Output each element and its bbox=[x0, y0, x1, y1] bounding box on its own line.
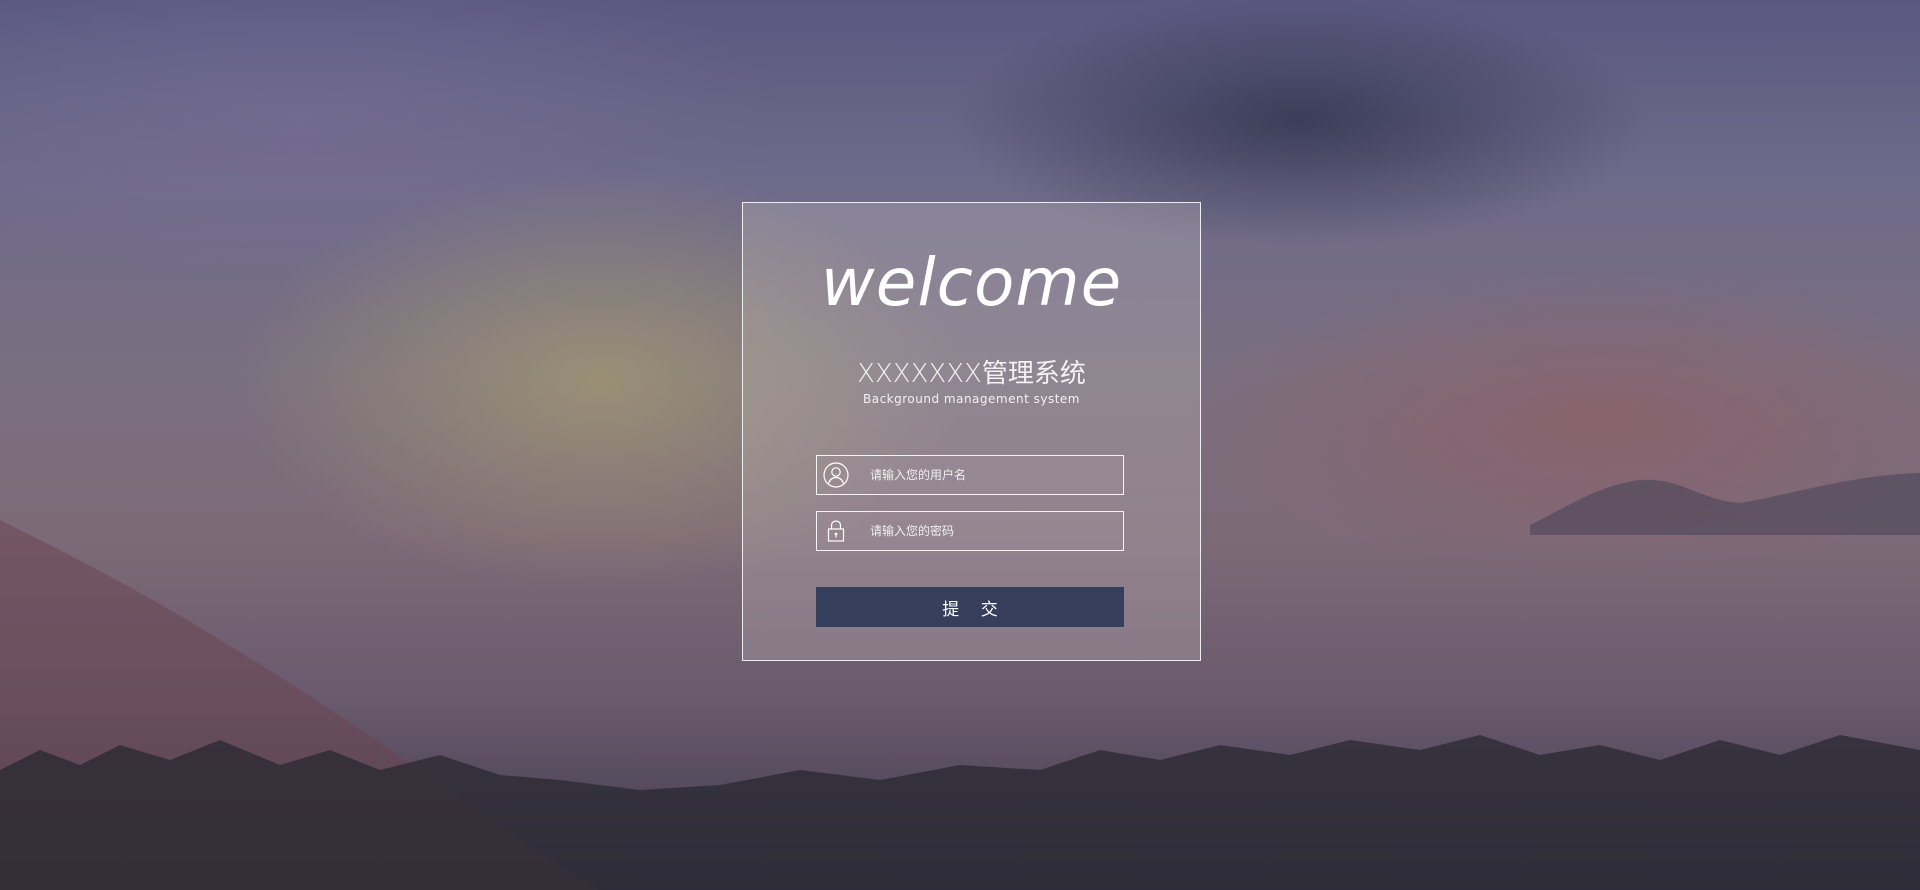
background-far-hill bbox=[1530, 473, 1920, 535]
username-field[interactable] bbox=[816, 455, 1124, 495]
username-input[interactable] bbox=[870, 456, 1115, 494]
password-field[interactable] bbox=[816, 511, 1124, 551]
system-subtitle: Background management system bbox=[863, 392, 1080, 406]
login-card: welcome XXXXXXX管理系统 Background managemen… bbox=[742, 202, 1201, 661]
user-icon bbox=[823, 462, 849, 488]
system-title: XXXXXXX管理系统 bbox=[857, 359, 1086, 389]
background-trees bbox=[0, 735, 1920, 890]
lock-icon bbox=[827, 520, 845, 542]
password-input[interactable] bbox=[870, 512, 1115, 550]
welcome-heading: welcome bbox=[820, 244, 1123, 321]
submit-button[interactable]: 提 交 bbox=[816, 587, 1124, 627]
